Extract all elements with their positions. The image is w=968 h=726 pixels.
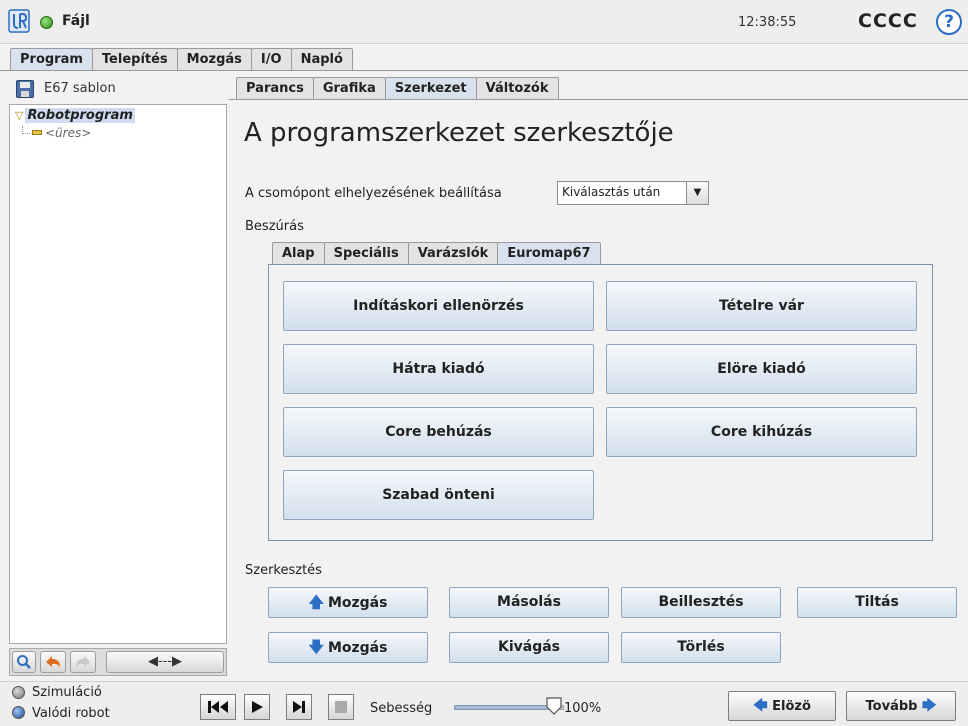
search-icon[interactable] — [12, 651, 36, 673]
robot-name: CCCC — [858, 10, 918, 32]
arrow-down-icon: 🡇 — [308, 638, 324, 656]
next-button[interactable]: Tovább 🡆 — [846, 691, 956, 721]
save-program-icon[interactable] — [16, 80, 34, 98]
tab-basic[interactable]: Alap — [272, 242, 325, 264]
ur-logo-icon — [8, 9, 30, 33]
next-label: Tovább — [865, 699, 918, 714]
tab-command[interactable]: Parancs — [236, 77, 314, 99]
main-tab-divider — [0, 70, 968, 71]
tab-program[interactable]: Program — [10, 48, 93, 70]
sub-tabs: Parancs Grafika Szerkezet Változók — [236, 77, 559, 99]
tree-node-empty[interactable]: <üres> — [22, 126, 91, 140]
placement-select[interactable]: Kiválasztás után ▼ — [557, 181, 709, 205]
help-icon[interactable]: ? — [936, 9, 962, 35]
program-tree[interactable]: ▽ Robotprogram <üres> — [9, 104, 227, 644]
arrow-up-icon: 🡅 — [308, 593, 324, 611]
paste-button[interactable]: Beillesztés — [621, 587, 781, 618]
tab-log[interactable]: Napló — [290, 48, 353, 70]
delete-button[interactable]: Törlés — [621, 632, 781, 663]
speed-label: Sebesség — [370, 701, 433, 716]
stop-icon[interactable] — [328, 694, 354, 720]
program-file-name: E67 sablon — [44, 81, 116, 96]
tab-euromap67[interactable]: Euromap67 — [497, 242, 601, 264]
main-tabs: Program Telepítés Mozgás I/O Napló — [10, 48, 353, 70]
tab-structure[interactable]: Szerkezet — [384, 77, 477, 99]
copy-button[interactable]: Másolás — [449, 587, 609, 618]
insert-label: Beszúrás — [245, 219, 304, 234]
expand-triangle-icon[interactable]: ▽ — [15, 109, 23, 122]
tab-variables[interactable]: Változók — [475, 77, 559, 99]
core-in-button[interactable]: Core behúzás — [283, 407, 594, 457]
previous-button[interactable]: 🡄 Elözö — [728, 691, 836, 721]
tab-installation[interactable]: Telepítés — [91, 48, 178, 70]
rewind-icon[interactable] — [200, 694, 236, 720]
tab-advanced[interactable]: Speciális — [323, 242, 409, 264]
top-bar — [0, 0, 968, 44]
speed-slider-fill — [454, 705, 554, 710]
status-ok-icon — [40, 16, 53, 29]
simulation-label: Szimuláció — [32, 685, 102, 700]
play-icon[interactable] — [244, 694, 270, 720]
ejector-back-button[interactable]: Hátra kiadó — [283, 344, 594, 394]
empty-node-icon — [32, 130, 42, 135]
tree-node-robotprogram[interactable]: ▽ Robotprogram — [15, 108, 135, 123]
speed-slider-thumb[interactable] — [546, 697, 562, 715]
move-up-label: Mozgás — [327, 595, 388, 611]
core-out-button[interactable]: Core kihúzás — [606, 407, 917, 457]
move-down-button[interactable]: 🡇 Mozgás — [268, 632, 428, 663]
wait-for-item-button[interactable]: Tételre vár — [606, 281, 917, 331]
previous-label: Elözö — [772, 699, 811, 714]
free-to-mold-button[interactable]: Szabad önteni — [283, 470, 594, 520]
redo-icon[interactable] — [70, 651, 96, 673]
chevron-down-icon[interactable]: ▼ — [686, 182, 708, 204]
speed-value: 100% — [564, 701, 602, 716]
move-left-right-icon[interactable]: ◀---▶ — [106, 651, 224, 673]
cut-button[interactable]: Kivágás — [449, 632, 609, 663]
tab-graphics[interactable]: Grafika — [312, 77, 386, 99]
step-icon[interactable] — [286, 694, 312, 720]
tab-wizards[interactable]: Varázslók — [407, 242, 499, 264]
move-up-button[interactable]: 🡅 Mozgás — [268, 587, 428, 618]
clock: 12:38:55 — [738, 15, 797, 30]
tree-connector — [22, 126, 30, 134]
tab-move[interactable]: Mozgás — [176, 48, 252, 70]
simulation-radio[interactable] — [12, 686, 25, 699]
tab-io[interactable]: I/O — [250, 48, 292, 70]
real-robot-radio[interactable] — [12, 706, 25, 719]
sub-tab-divider — [229, 99, 968, 100]
arrow-right-icon: 🡆 — [922, 698, 937, 714]
insert-tabs: Alap Speciális Varázslók Euromap67 — [272, 242, 601, 264]
real-robot-label: Valódi robot — [32, 706, 110, 721]
edit-label: Szerkesztés — [245, 563, 322, 578]
move-down-label: Mozgás — [327, 640, 388, 656]
disable-button[interactable]: Tiltás — [797, 587, 957, 618]
startup-check-button[interactable]: Indításkori ellenörzés — [283, 281, 594, 331]
placement-label: A csomópont elhelyezésének beállítása — [245, 186, 502, 201]
tree-node-empty-label: <üres> — [45, 126, 92, 140]
page-title: A programszerkezet szerkesztője — [244, 118, 674, 148]
placement-select-value: Kiválasztás után — [562, 185, 661, 199]
arrow-left-icon: 🡄 — [753, 698, 768, 714]
file-menu[interactable]: Fájl — [62, 13, 90, 29]
undo-icon[interactable] — [40, 651, 66, 673]
ejector-forward-button[interactable]: Elöre kiadó — [606, 344, 917, 394]
